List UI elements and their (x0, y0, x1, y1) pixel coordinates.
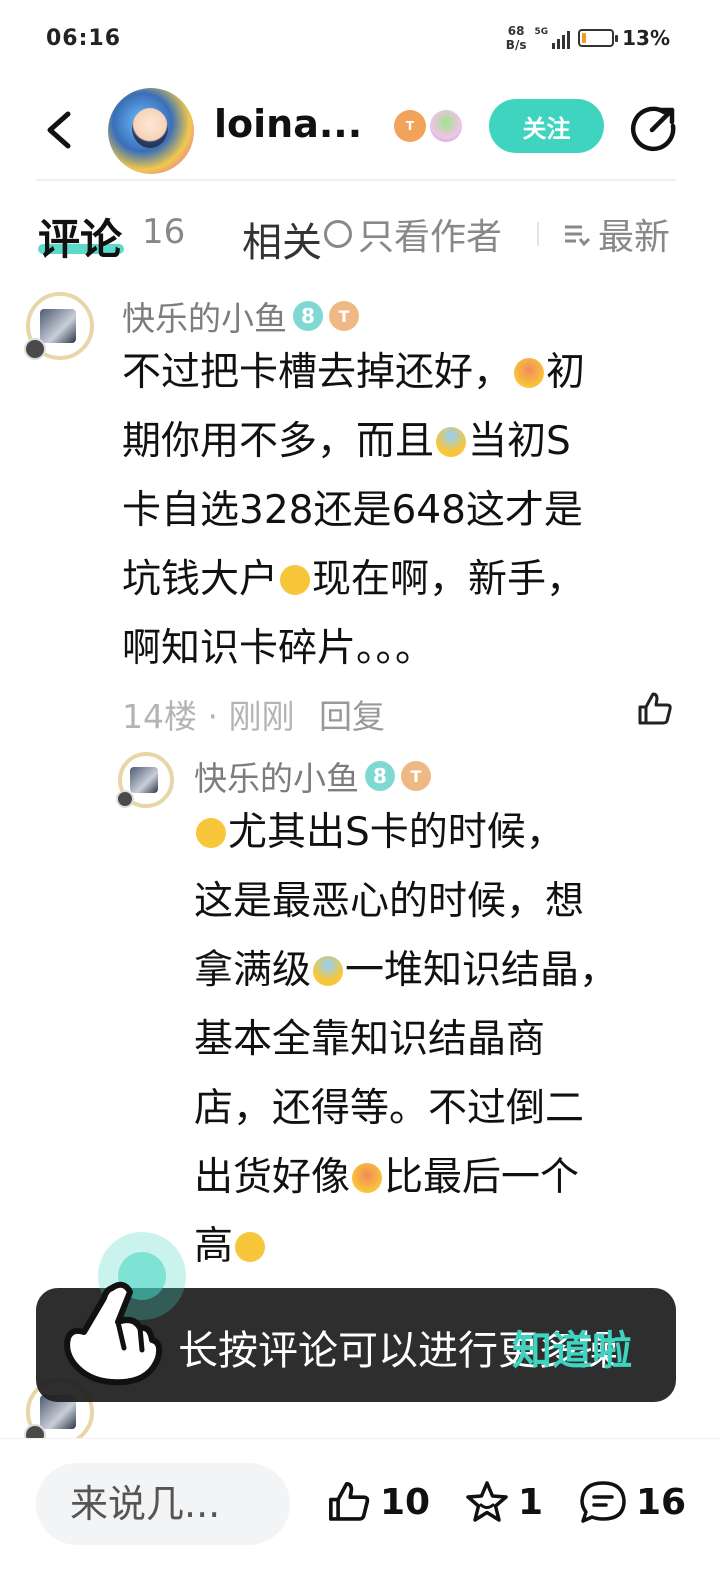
favorite-button[interactable]: 1 (464, 1479, 543, 1525)
favorite-count: 1 (518, 1481, 544, 1523)
emoji-icon (235, 1232, 266, 1262)
got-it-button[interactable]: 知道啦 (512, 1318, 632, 1376)
emoji-icon (280, 565, 311, 595)
frog-badge-icon (430, 110, 462, 142)
comment-button[interactable]: 16 (578, 1479, 686, 1525)
comment-tabs: 评论 16 相关 只看作者 最新 (0, 196, 720, 276)
back-arrow-icon[interactable] (40, 108, 80, 152)
status-indicators: 68 B/s 5G 13% (506, 24, 670, 52)
author-avatar[interactable] (108, 88, 194, 174)
title-badge-icon: T (329, 301, 359, 331)
status-bar: 06:16 68 B/s 5G 13% (0, 0, 720, 84)
emoji-icon (436, 427, 467, 457)
emoji-icon (196, 818, 226, 848)
like-button[interactable]: 10 (326, 1479, 430, 1525)
sort-label: 最新 (598, 217, 671, 258)
title-badge-icon: T (401, 761, 431, 791)
tab-comments[interactable]: 评论 (38, 206, 122, 267)
comment-bubble-icon (580, 1481, 626, 1523)
tab-separator (537, 222, 539, 246)
battery-level-fill (582, 33, 587, 43)
author-name[interactable]: loina... (214, 102, 384, 146)
comment-count: 16 (636, 1481, 687, 1523)
comment-avatar[interactable] (24, 292, 94, 360)
title-badge-icon: T (394, 110, 426, 142)
emoji-icon (352, 1163, 383, 1193)
like-icon (329, 1482, 370, 1521)
follow-button[interactable]: 关注 (489, 99, 604, 153)
share-icon[interactable] (628, 104, 678, 154)
comment-time: 刚刚 (228, 697, 295, 736)
battery-percent: 13% (622, 26, 670, 50)
like-icon[interactable] (636, 690, 674, 728)
bottom-action-bar: 来说几... 10 1 16 (0, 1438, 720, 1588)
like-count: 10 (380, 1481, 431, 1523)
reply-avatar[interactable] (116, 752, 174, 808)
pointing-hand-icon (64, 1281, 163, 1386)
sort-icon (565, 225, 591, 247)
reply-nickname[interactable]: 快乐的小鱼 8 T (194, 752, 431, 800)
emoji-icon (313, 956, 344, 986)
comments-count: 16 (142, 212, 186, 252)
level-badge-icon: 8 (293, 301, 323, 331)
post-header: loina... T 关注 (0, 84, 720, 180)
sort-newest-button[interactable]: 最新 (562, 208, 670, 260)
radio-icon (324, 220, 352, 248)
tab-related[interactable]: 相关 (242, 210, 322, 268)
battery-icon (578, 29, 619, 47)
comment-meta: 14楼 · 刚刚 回复 (122, 697, 385, 736)
header-divider (36, 179, 676, 181)
status-time: 06:16 (46, 26, 122, 51)
comment-nickname[interactable]: 快乐的小鱼 8 T (122, 292, 359, 340)
level-badge-icon: 8 (365, 761, 395, 791)
comment-input[interactable]: 来说几... (36, 1463, 290, 1545)
author-only-label: 只看作者 (358, 217, 503, 258)
comment-body[interactable]: 不过把卡槽去掉还好，初 期你用不多，而且 当初S 卡自选328还是648这才是 坑… (122, 338, 682, 683)
signal-icon: 5G (534, 27, 571, 49)
reply-body[interactable]: 尤其出S卡的时候， 这是最恶心的时候，想 拿满级 一堆知识结晶， 基本全靠知识结晶… (194, 798, 684, 1281)
emoji-icon (514, 358, 545, 388)
author-only-toggle[interactable]: 只看作者 (324, 208, 502, 260)
network-speed: 68 B/s (505, 24, 527, 52)
floor-number: 14楼 (122, 697, 197, 736)
star-icon (466, 1481, 508, 1522)
reply-button[interactable]: 回复 (319, 697, 385, 736)
